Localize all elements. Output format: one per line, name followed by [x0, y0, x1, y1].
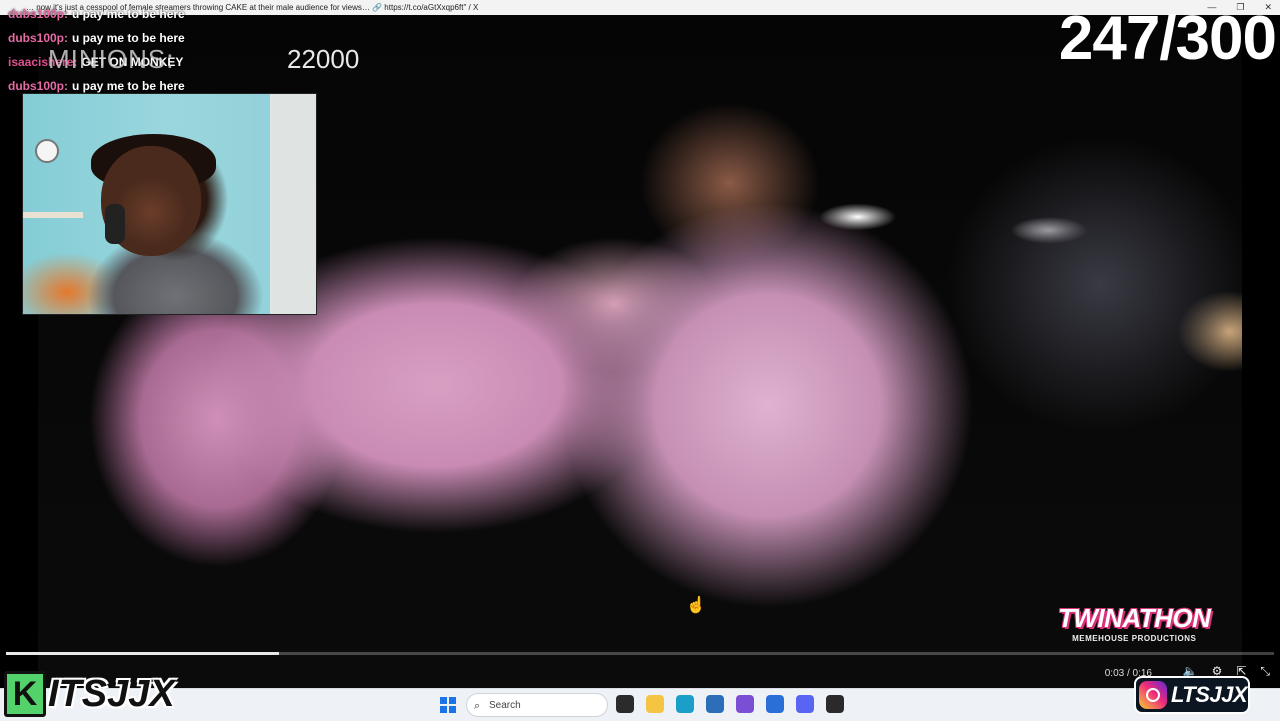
- taskbar-apps: [616, 695, 844, 713]
- progress-fill: [6, 652, 279, 655]
- instagram-handle-badge: LTSJJX: [1134, 676, 1250, 714]
- search-icon: ⌕: [474, 700, 481, 712]
- letterbox-right: [1242, 15, 1280, 688]
- instagram-handle: LTSJJX: [1171, 682, 1248, 707]
- edge-icon[interactable]: [676, 695, 694, 713]
- chat-username: dubs100p:: [8, 31, 69, 45]
- wall-shelf: [23, 212, 83, 218]
- minions-label: MINIONS:: [48, 44, 175, 74]
- streamer-logo-left: K ITSJJX: [4, 671, 175, 717]
- logo-initial: K: [4, 671, 46, 717]
- chat-text: u pay me to be here: [72, 7, 185, 21]
- watermark-subtitle: MEMEHOUSE PRODUCTIONS: [1072, 634, 1197, 643]
- video-watermark: TWINATHON MEMEHOUSE PRODUCTIONS: [1058, 603, 1211, 643]
- windows-logo-icon: [449, 697, 456, 704]
- chat-message: dubs100p: u pay me to be here: [8, 2, 185, 26]
- webcam-door: [270, 94, 316, 314]
- goal-counter: 247/300: [1058, 4, 1277, 73]
- webcam-feed: [22, 93, 317, 315]
- chat-username: dubs100p:: [8, 7, 69, 21]
- instagram-icon: [1139, 681, 1167, 709]
- wall-clock: [35, 139, 59, 163]
- windows-logo-icon: [440, 697, 447, 704]
- obs-icon[interactable]: [826, 695, 844, 713]
- headset-icon: [105, 204, 125, 244]
- fullscreen-exit-icon[interactable]: ⤡: [1260, 664, 1270, 679]
- start-button[interactable]: [440, 697, 456, 713]
- logo-name: ITSJJX: [48, 672, 175, 715]
- chat-username: dubs100p:: [8, 79, 69, 93]
- store-icon[interactable]: [766, 695, 784, 713]
- windows-taskbar: ⌕ Search: [0, 688, 1280, 721]
- windows-logo-icon: [449, 706, 456, 713]
- chat-text: u pay me to be here: [72, 31, 185, 45]
- settings-icon[interactable]: [706, 695, 724, 713]
- task-view-icon[interactable]: [616, 695, 634, 713]
- windows-logo-icon: [440, 706, 447, 713]
- photos-icon[interactable]: [736, 695, 754, 713]
- discord-icon[interactable]: [796, 695, 814, 713]
- chat-text: u pay me to be here: [72, 79, 185, 93]
- minions-count: 22000: [287, 44, 360, 74]
- video-progress-bar[interactable]: [6, 652, 1274, 655]
- taskbar-search[interactable]: ⌕ Search: [466, 693, 608, 717]
- hand-cursor-icon: ☝: [686, 597, 706, 614]
- watermark-title: TWINATHON: [1058, 603, 1211, 633]
- search-placeholder: Search: [489, 700, 521, 711]
- file-explorer-icon[interactable]: [646, 695, 664, 713]
